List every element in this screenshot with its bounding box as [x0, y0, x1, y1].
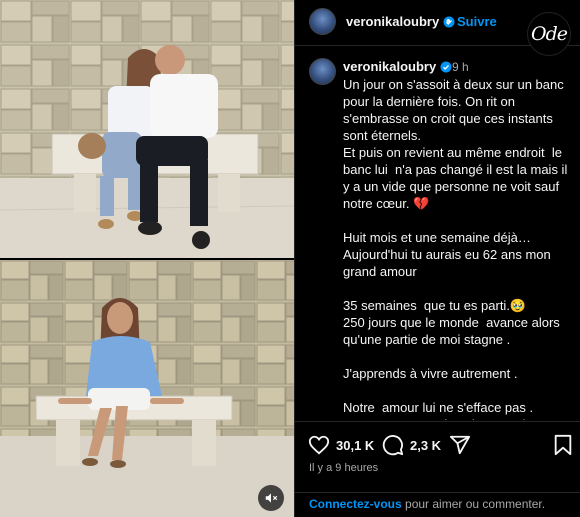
post-panel: veronikaloubry • Suivre Ode veronikaloub… — [294, 0, 580, 517]
caption-time: 9 h — [452, 60, 469, 74]
header-username[interactable]: veronikaloubry — [346, 14, 455, 29]
like-button[interactable]: 30,1 K — [308, 434, 374, 456]
verified-badge-icon — [440, 61, 452, 73]
caption-text: Un jour on s'assoit à deux sur un banc p… — [343, 77, 568, 420]
save-button[interactable] — [553, 434, 573, 461]
comment-button[interactable]: 2,3 K — [382, 434, 441, 456]
caption-username[interactable]: veronikaloubry — [343, 59, 452, 74]
bookmark-icon — [554, 434, 572, 456]
caption-area: veronikaloubry 9 h Un jour on s'assoit à… — [295, 46, 580, 420]
login-prompt: Connectez-vous pour aimer ou commenter. — [295, 492, 580, 517]
post-photo-woman-alone — [0, 260, 294, 517]
avatar[interactable] — [309, 8, 336, 35]
logo-text: Ode — [531, 23, 568, 45]
mute-button[interactable] — [258, 485, 284, 511]
comment-count: 2,3 K — [410, 437, 442, 453]
post-header: veronikaloubry • Suivre Ode — [295, 0, 580, 56]
post-time-ago: Il y a 9 heures — [309, 462, 379, 474]
header-username-text[interactable]: veronikaloubry — [346, 14, 439, 29]
share-icon — [449, 435, 471, 455]
caption-username-text[interactable]: veronikaloubry — [343, 59, 436, 74]
post-photo-couple — [0, 0, 294, 258]
comment-icon — [382, 435, 404, 456]
follow-button[interactable]: Suivre — [457, 14, 497, 29]
post-media[interactable] — [0, 0, 294, 517]
separator-dot: • — [446, 13, 451, 28]
like-count: 30,1 K — [336, 437, 375, 453]
share-button[interactable] — [449, 434, 471, 456]
action-bar: 30,1 K 2,3 K Il y a 9 heures Connectez-v… — [295, 421, 580, 517]
speaker-muted-icon — [265, 493, 278, 503]
login-link[interactable]: Connectez-vous — [309, 497, 402, 511]
login-text: pour aimer ou commenter. — [401, 497, 546, 511]
heart-icon — [308, 435, 330, 455]
caption-avatar[interactable] — [309, 58, 336, 85]
